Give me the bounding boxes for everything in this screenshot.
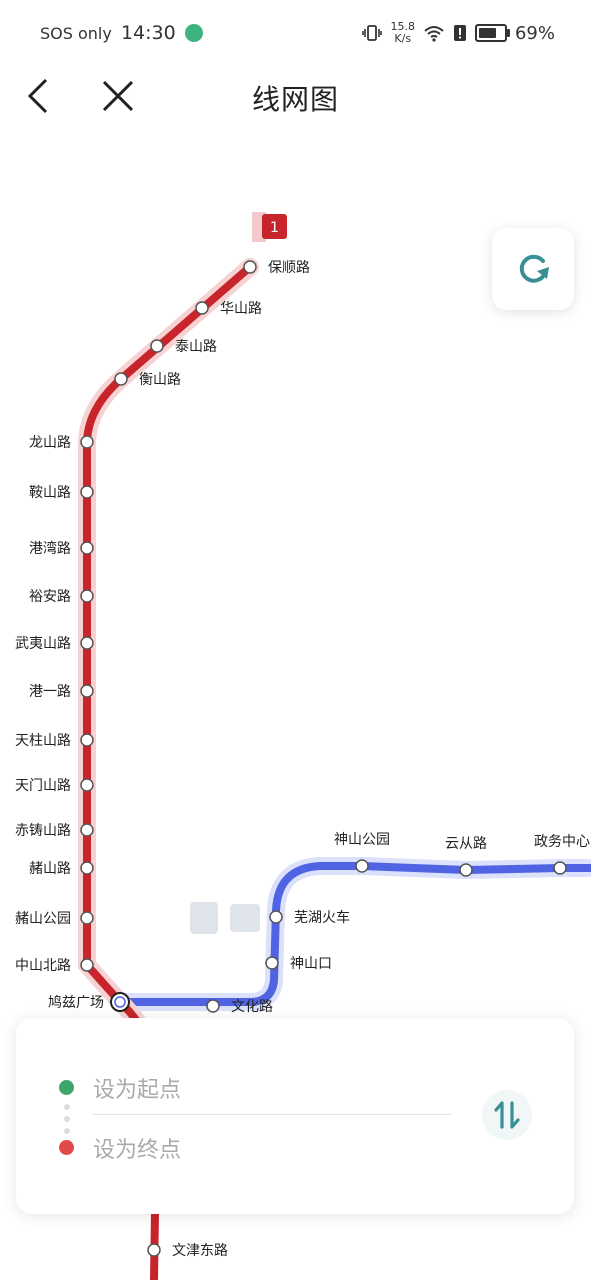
station-marker[interactable] [243,260,257,274]
station-label[interactable]: 文津东路 [172,1243,228,1259]
station-label[interactable]: 龙山路 [29,435,71,451]
wifi-icon [424,26,444,42]
station-marker[interactable] [114,372,128,386]
station-label[interactable]: 赤铸山路 [15,823,71,839]
station-label[interactable]: 港一路 [29,684,71,700]
station-label[interactable]: 芜湖火车 [294,909,350,926]
station-label[interactable]: 裕安路 [29,589,71,605]
app-notification-icon [184,24,203,42]
station-marker[interactable] [147,1243,161,1257]
station-marker[interactable] [265,956,279,970]
train-icon [190,902,218,934]
station-label[interactable]: 政务中心 [534,834,590,850]
line-1-badge-label: 1 [270,220,279,236]
station-marker[interactable] [80,958,94,972]
station-label[interactable]: 鞍山路 [29,485,71,501]
start-dot [59,1080,74,1095]
swap-button[interactable] [482,1090,532,1140]
station-marker[interactable] [80,911,94,925]
clock: 14:30 [120,22,176,44]
battery-percent: 69% [514,22,555,44]
status-bar: SOS only 14:30 15.8 K/s 69% [0,0,591,66]
net-speed-unit: K/s [394,32,412,45]
line-2-path [111,857,591,1011]
refresh-icon [519,254,549,283]
station-label[interactable]: 天柱山路 [15,733,71,749]
station-marker[interactable] [459,863,473,877]
station-marker[interactable] [80,541,94,555]
refresh-button[interactable] [492,228,574,310]
end-dot [59,1140,74,1155]
station-marker[interactable] [355,859,369,873]
station-marker[interactable] [195,301,209,315]
station-marker[interactable] [80,485,94,499]
station-marker[interactable] [80,589,94,603]
route-panel: 设为起点 设为终点 [16,1018,574,1214]
station-label[interactable]: 港湾路 [29,540,71,557]
station-marker[interactable] [80,823,94,837]
station-label[interactable]: 神山口 [290,956,332,972]
station-label[interactable]: 泰山路 [175,339,217,355]
station-label[interactable]: 神山公园 [334,832,390,848]
station-label[interactable]: 鸠兹广场 [48,994,104,1011]
set-end-label: 设为终点 [93,1138,182,1163]
station-label[interactable]: 文化路 [231,999,273,1015]
station-label[interactable]: 中山北路 [15,958,71,974]
station-label[interactable]: 武夷山路 [15,636,71,652]
station-marker[interactable] [553,861,567,875]
station-marker[interactable] [80,861,94,875]
swap-icon [494,1101,520,1129]
station-label[interactable]: 天门山路 [15,778,71,794]
vibrate-icon [362,25,383,41]
station-marker[interactable] [80,778,94,792]
station-label[interactable]: 赭山公园 [15,911,71,927]
station-marker[interactable] [80,636,94,650]
set-start-row[interactable]: 设为起点 [16,1058,486,1114]
station-label[interactable]: 赭山路 [29,861,71,877]
station-marker[interactable] [206,999,220,1013]
page-title: 线网图 [251,83,339,116]
station-marker[interactable] [269,910,283,924]
alert-icon [453,25,466,41]
station-marker[interactable] [80,684,94,698]
station-label[interactable]: 衡山路 [139,372,181,388]
station-marker[interactable] [150,339,164,353]
battery-icon [474,24,510,42]
station-label[interactable]: 云从路 [445,836,487,852]
carrier-label: SOS only [40,24,112,43]
header: 线网图 [0,66,591,126]
set-start-label: 设为起点 [93,1078,182,1103]
station-label[interactable]: 华山路 [220,301,262,317]
station-marker[interactable] [80,435,94,449]
station-marker[interactable] [80,733,94,747]
station-label[interactable]: 保顺路 [268,260,310,276]
set-end-row[interactable]: 设为终点 [16,1114,486,1170]
bus-icon [230,904,260,932]
